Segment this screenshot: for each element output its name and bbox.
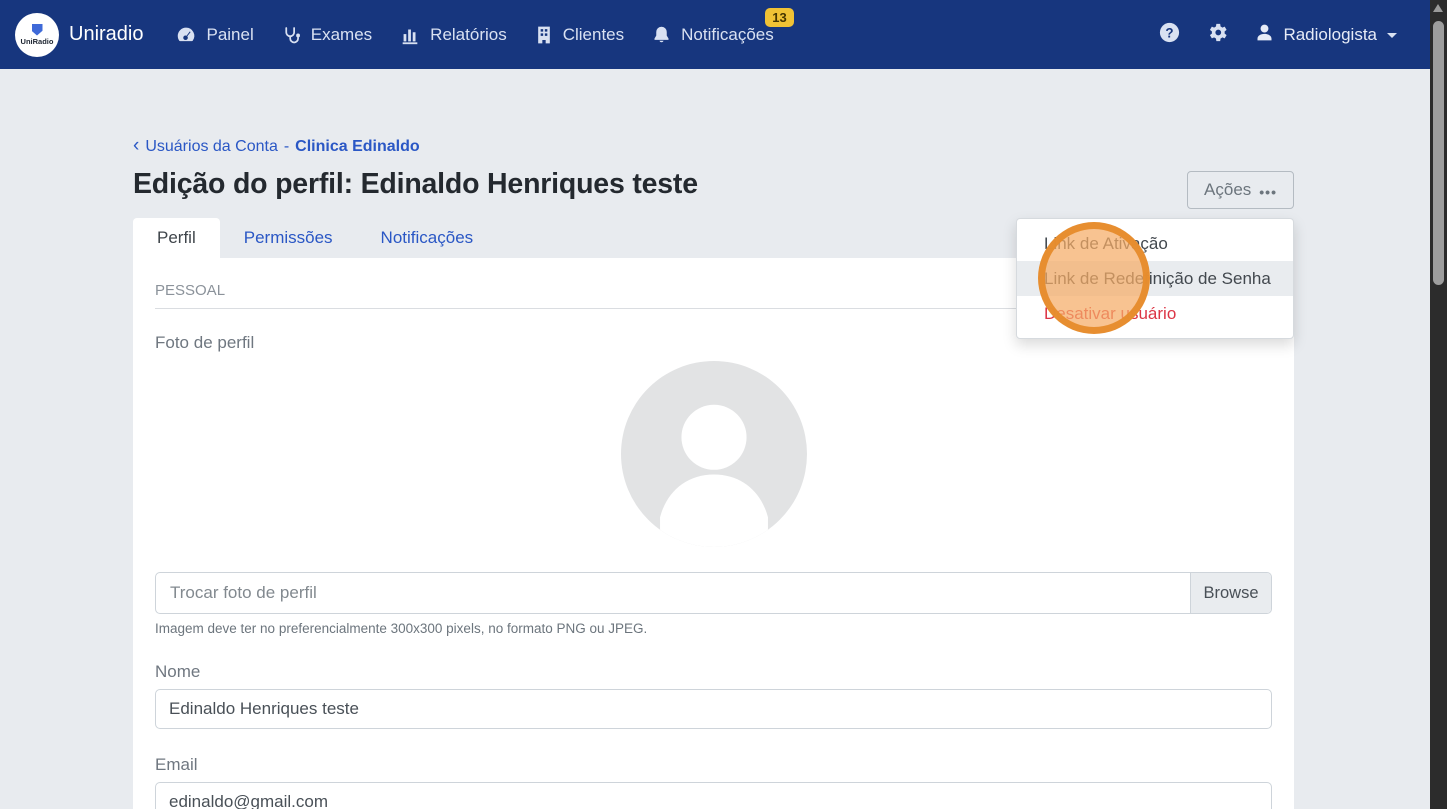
nav-item-clientes[interactable]: Clientes bbox=[534, 24, 624, 46]
nav-item-notificacoes[interactable]: Notificações 13 bbox=[651, 24, 774, 46]
nav-label-clientes: Clientes bbox=[563, 25, 624, 45]
user-menu[interactable]: Radiologista bbox=[1254, 22, 1397, 48]
name-field-row: Nome bbox=[155, 662, 1272, 729]
bell-icon bbox=[651, 24, 672, 46]
name-label: Nome bbox=[155, 662, 1272, 682]
nav-items: Painel Exames Relatórios Clientes bbox=[175, 24, 773, 46]
uniradio-logo-icon: UniRadio bbox=[15, 13, 59, 57]
navbar-right: ? Radiologista bbox=[1158, 21, 1397, 49]
photo-file-field: Browse bbox=[155, 572, 1272, 614]
nav-item-exames[interactable]: Exames bbox=[281, 24, 372, 46]
logo-shield-icon bbox=[32, 24, 43, 36]
avatar bbox=[621, 534, 807, 551]
tab-permissoes[interactable]: Permissões bbox=[220, 218, 357, 258]
photo-file-input[interactable] bbox=[156, 573, 1190, 613]
bar-chart-icon bbox=[399, 24, 421, 46]
top-navbar: UniRadio Uniradio Painel Exames bbox=[0, 0, 1430, 69]
email-field-row: Email bbox=[155, 755, 1272, 809]
caret-down-icon bbox=[1387, 33, 1397, 38]
building-icon bbox=[534, 24, 554, 46]
name-input[interactable] bbox=[155, 689, 1272, 729]
page-title: Edição do perfil: Edinaldo Henriques tes… bbox=[133, 168, 1294, 201]
avatar-container bbox=[155, 361, 1272, 552]
photo-help-text: Imagem deve ter no preferencialmente 300… bbox=[155, 621, 1272, 636]
scroll-up-arrow-icon[interactable] bbox=[1433, 4, 1443, 12]
settings-button[interactable] bbox=[1206, 21, 1229, 49]
menu-item-link-ativacao[interactable]: Link de Ativação bbox=[1017, 226, 1293, 261]
nav-label-relatorios: Relatórios bbox=[430, 25, 507, 45]
breadcrumb: ‹ Usuários da Conta - Clinica Edinaldo bbox=[133, 138, 1294, 156]
nav-label-exames: Exames bbox=[311, 25, 372, 45]
logo-text: UniRadio bbox=[21, 37, 54, 46]
breadcrumb-separator: - bbox=[284, 138, 289, 156]
tab-notificacoes[interactable]: Notificações bbox=[357, 218, 498, 258]
nav-item-painel[interactable]: Painel bbox=[175, 24, 253, 46]
nav-item-relatorios[interactable]: Relatórios bbox=[399, 24, 507, 46]
dashboard-icon bbox=[175, 24, 197, 46]
chevron-left-icon: ‹ bbox=[133, 139, 139, 153]
actions-button[interactable]: Ações ••• bbox=[1187, 171, 1294, 209]
email-label: Email bbox=[155, 755, 1272, 775]
actions-button-label: Ações bbox=[1204, 180, 1251, 200]
breadcrumb-account-link[interactable]: Clinica Edinaldo bbox=[295, 138, 419, 156]
tab-perfil[interactable]: Perfil bbox=[133, 218, 220, 258]
help-button[interactable]: ? bbox=[1158, 21, 1181, 49]
scrollbar[interactable] bbox=[1430, 0, 1447, 809]
main-content: ‹ Usuários da Conta - Clinica Edinaldo E… bbox=[133, 0, 1294, 809]
nav-label-notificacoes: Notificações bbox=[681, 25, 774, 45]
brand[interactable]: UniRadio Uniradio bbox=[15, 13, 143, 57]
browse-button[interactable]: Browse bbox=[1190, 573, 1271, 613]
actions-dropdown-menu: Link de Ativação Link de Redefinição de … bbox=[1016, 218, 1294, 339]
stethoscope-icon bbox=[281, 24, 302, 46]
menu-item-link-redefinicao-senha[interactable]: Link de Redefinição de Senha bbox=[1017, 261, 1293, 296]
scrollbar-thumb[interactable] bbox=[1433, 21, 1444, 285]
notifications-badge[interactable]: 13 bbox=[765, 8, 793, 27]
brand-name: Uniradio bbox=[69, 23, 143, 46]
breadcrumb-back-link[interactable]: Usuários da Conta bbox=[145, 138, 278, 156]
menu-item-desativar-usuario[interactable]: Desativar usuário bbox=[1017, 296, 1293, 331]
user-label: Radiologista bbox=[1283, 25, 1377, 45]
user-icon bbox=[1254, 22, 1275, 48]
nav-label-painel: Painel bbox=[206, 25, 253, 45]
email-input[interactable] bbox=[155, 782, 1272, 809]
gear-icon bbox=[1206, 21, 1229, 49]
app-root: UniRadio Uniradio Painel Exames bbox=[0, 0, 1447, 809]
svg-text:?: ? bbox=[1166, 25, 1174, 40]
profile-panel: PESSOAL Foto de perfil Browse bbox=[133, 258, 1294, 809]
help-icon: ? bbox=[1158, 21, 1181, 49]
ellipsis-icon: ••• bbox=[1259, 184, 1277, 200]
